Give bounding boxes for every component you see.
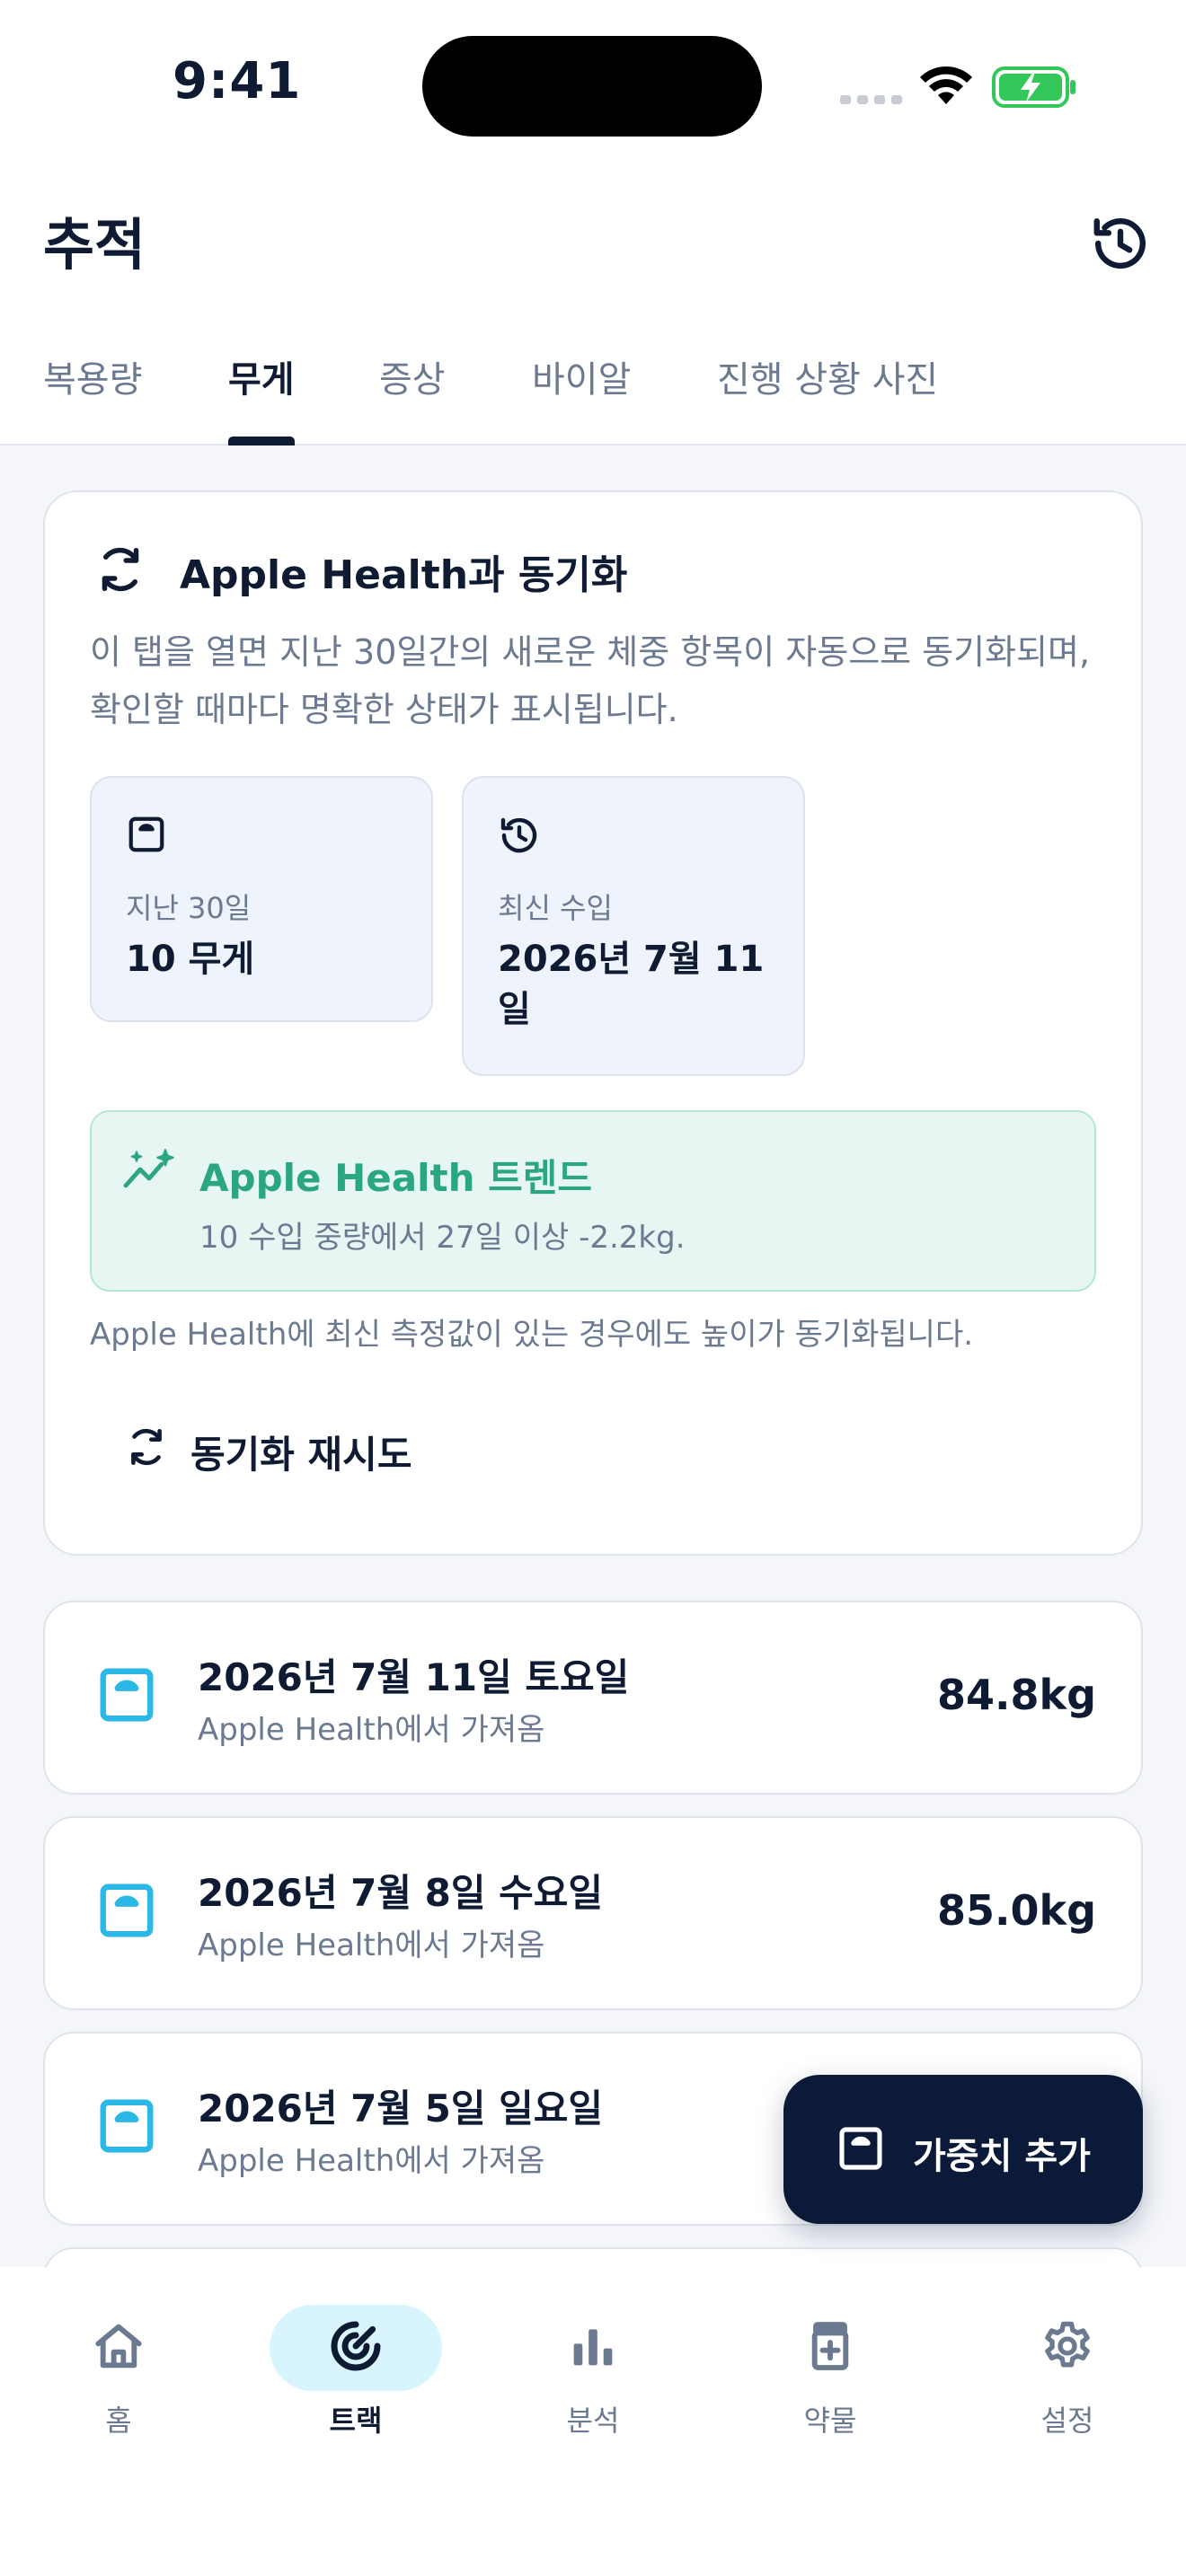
entry-date: 2026년 7월 5일 일요일 [198, 2086, 604, 2130]
nav-medication[interactable]: 약물 [740, 2317, 920, 2443]
entry-date: 2026년 7월 8일 수요일 [198, 1871, 604, 1915]
nav-analytics[interactable]: 분석 [503, 2317, 683, 2443]
stat-label: 최신 수입 [498, 891, 613, 925]
battery-charging-icon [992, 66, 1078, 108]
scale-icon [95, 1879, 158, 1942]
gear-icon [1039, 2317, 1096, 2375]
history-icon [498, 814, 541, 857]
weight-entry[interactable]: 2026년 7월 11일 토요일 Apple Health에서 가져옴 84.8… [43, 1601, 1143, 1795]
scale-icon [95, 1663, 158, 1726]
stat-label: 지난 30일 [126, 891, 252, 925]
trend-title: Apple Health 트렌드 [199, 1156, 593, 1200]
retry-sync-label[interactable]: 동기화 재시도 [190, 1425, 412, 1479]
scale-icon [836, 2123, 886, 2174]
nav-label: 약물 [803, 2404, 857, 2438]
nav-home[interactable]: 홈 [29, 2317, 208, 2443]
history-icon [1093, 218, 1146, 269]
cellular-signal-icon [840, 93, 903, 106]
active-tab-indicator [228, 437, 295, 446]
entry-weight: 84.8kg [936, 1671, 1096, 1719]
tab-progress-photos[interactable]: 진행 상황 사진 [717, 350, 938, 402]
nav-track[interactable]: 트랙 [266, 2317, 446, 2443]
scale-icon [95, 2095, 158, 2157]
weight-entry[interactable]: 2026년 7월 8일 수요일 Apple Health에서 가져옴 85.0k… [43, 1816, 1143, 2010]
nav-label: 홈 [105, 2404, 132, 2438]
height-sync-note: Apple Health에 최신 측정값이 있는 경우에도 높이가 동기화됩니다… [90, 1317, 974, 1353]
entry-source: Apple Health에서 가져옴 [198, 1928, 545, 1963]
medication-icon [801, 2317, 859, 2375]
stat-latest-import: 최신 수입 2026년 7월 11일 [462, 776, 805, 1076]
page-title: 추적 [43, 212, 146, 278]
trend-body: 10 수입 중량에서 27일 이상 -2.2kg. [199, 1220, 686, 1256]
tab-dose[interactable]: 복용량 [43, 350, 142, 402]
tab-weight[interactable]: 무게 [228, 350, 295, 402]
nav-label: 트랙 [329, 2404, 383, 2438]
history-button[interactable] [1089, 212, 1152, 275]
home-icon [90, 2317, 147, 2375]
track-icon [327, 2317, 385, 2375]
stat-last-30-days: 지난 30일 10 무게 [90, 776, 433, 1022]
chart-icon [564, 2317, 622, 2375]
entry-weight: 85.0kg [936, 1886, 1096, 1935]
sync-card-title: Apple Health과 동기화 [180, 552, 628, 598]
entry-date: 2026년 7월 11일 토요일 [198, 1655, 630, 1699]
dynamic-island [422, 36, 762, 137]
entry-source: Apple Health에서 가져옴 [198, 1712, 545, 1748]
status-time: 9:41 [173, 52, 302, 110]
header [0, 171, 1186, 446]
trend-sparkle-icon [122, 1146, 176, 1193]
tab-vials[interactable]: 바이알 [532, 350, 631, 402]
sync-icon [93, 543, 147, 596]
add-weight-label[interactable]: 가중치 추가 [913, 2127, 1091, 2179]
scale-icon [126, 814, 167, 855]
nav-label: 설정 [1040, 2404, 1094, 2438]
wifi-icon [918, 65, 974, 106]
nav-label: 분석 [566, 2404, 620, 2438]
sync-icon [124, 1425, 169, 1469]
sync-card-description: 이 탭을 열면 지난 30일간의 새로운 체중 항목이 자동으로 동기화되며, … [90, 632, 1091, 729]
tab-symptoms[interactable]: 증상 [379, 350, 446, 402]
entry-source: Apple Health에서 가져옴 [198, 2143, 545, 2179]
stat-value: 10 무게 [126, 939, 255, 980]
nav-settings[interactable]: 설정 [978, 2317, 1157, 2443]
stat-value: 2026년 7월 11일 [498, 939, 765, 1030]
